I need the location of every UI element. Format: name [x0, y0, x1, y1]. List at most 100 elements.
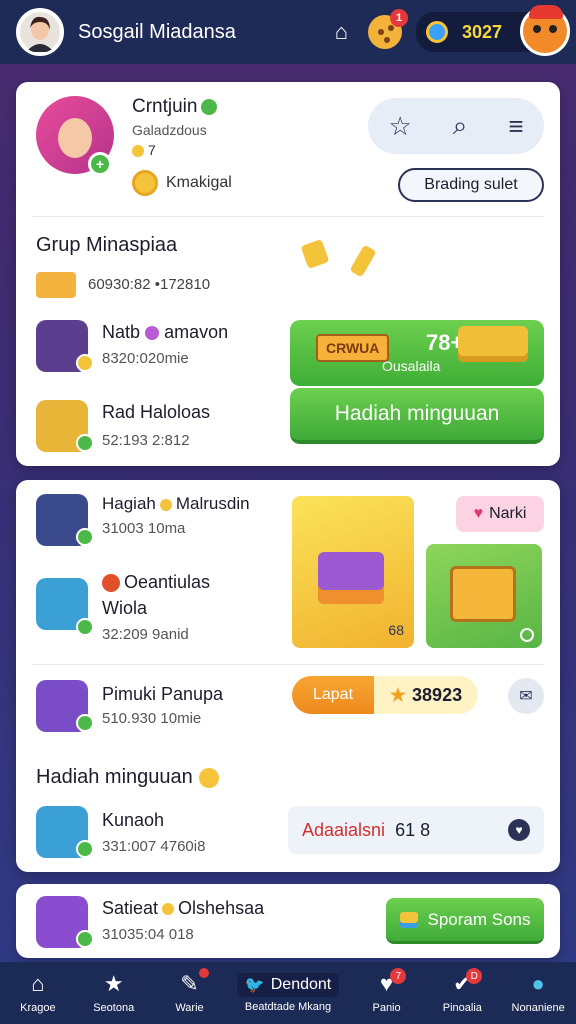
group-row-sub: 8320:020mie [102, 350, 189, 367]
edit-icon: ✎ [180, 971, 199, 996]
nav-warie[interactable]: ✎ Warie [152, 962, 228, 1024]
weekly-reward-title-text: Hadiah minguuan [36, 766, 193, 788]
promo-subtitle: Ousalaila [382, 358, 441, 374]
verified-icon [201, 98, 218, 115]
user-avatar-icon [20, 12, 60, 52]
group-row-badge [76, 434, 94, 452]
gift-box-icon [318, 552, 384, 604]
star-icon[interactable]: ☆ [388, 111, 411, 142]
nav-label: Seotona [93, 1002, 135, 1014]
promo-banner[interactable]: CRWUA 78+ Ousalaila [290, 320, 544, 386]
profile-face [58, 118, 92, 158]
kunaoh-title[interactable]: Kunaoh [102, 810, 164, 831]
nav-pinoalia[interactable]: ✔ D Pinoalia [424, 962, 500, 1024]
rewards-row-sub: 31003 10ma [102, 520, 186, 537]
branding-button[interactable]: Brading sulet [398, 168, 544, 202]
nav-label: Kragoe [20, 1002, 56, 1014]
menu-icon[interactable]: ≡ [508, 111, 523, 142]
group-row-title-b: amavon [164, 322, 229, 342]
nav-badge [199, 968, 210, 978]
nav-home[interactable]: ⌂ Kragoe [0, 962, 76, 1024]
profile-add-badge[interactable]: + [88, 152, 112, 176]
app-title: Sosgail Miadansa [78, 20, 236, 43]
coin-value: 3027 [462, 21, 503, 42]
group-title: Grup Minaspiaa [36, 234, 178, 256]
location-icon[interactable]: ♥ [508, 819, 530, 841]
profile-name: Crntjuin [132, 96, 218, 118]
group-code-icon [36, 272, 76, 298]
shopping-bag-tile[interactable] [426, 544, 542, 648]
coin-dot-icon [162, 903, 175, 916]
bottom-row-title-b: Olshehsaa [178, 898, 265, 918]
nav-label: Panio [372, 1002, 401, 1014]
kunaoh-sub: 331:007 4760i8 [102, 838, 206, 855]
sporam-label: Sporam Sons [427, 909, 531, 929]
profile-coin-label: Kmakigal [166, 174, 232, 191]
kunaoh-badge [76, 840, 94, 858]
coin-balance[interactable]: 3027 [416, 5, 570, 56]
nav-dendont[interactable]: 🐦 Dendont Beatdtade Mkang [227, 962, 348, 1024]
nav-label: Warie [175, 1002, 204, 1014]
mascot-icon[interactable] [520, 5, 570, 56]
rewards-row-badge [76, 714, 94, 732]
bird-icon: 🐦 [244, 977, 265, 994]
trophy-icon [300, 238, 330, 270]
profile-name-text: Crntjuin [132, 96, 198, 117]
weekly-reward-button[interactable]: Hadiah minguuan [290, 388, 544, 444]
bottom-row-badge [76, 930, 94, 948]
divider [32, 216, 544, 217]
user-avatar[interactable] [16, 8, 64, 56]
profile-icon: ● [531, 971, 545, 996]
bottom-row-sub: 31035:04 018 [102, 926, 194, 943]
profile-level-value: 7 [148, 142, 156, 158]
group-row-badge [76, 354, 94, 372]
cookie-icon[interactable]: 1 [368, 9, 408, 49]
profile-actions: ☆ ⌕ ≡ [368, 98, 544, 154]
address-box[interactable]: Adaaialsni 61 8 ♥ [288, 806, 544, 854]
fire-icon [102, 574, 120, 593]
rewards-row-badge [76, 618, 94, 636]
narki-button[interactable]: ♥ Narki [456, 496, 544, 532]
home-icon: ⌂ [31, 971, 45, 996]
shopping-bag-icon [450, 566, 516, 622]
group-row-title-a: Natb [102, 322, 141, 342]
rewards-row-title-a: Hagiah [102, 494, 156, 513]
rewards-card: Hagiah Malrusdin 31003 10ma Oeantiulas Wi… [16, 480, 560, 872]
cookie-badge: 1 [390, 9, 408, 27]
nav-active-title: Dendont [270, 976, 332, 993]
heart-icon: ♥ [473, 505, 484, 522]
coin-icon [426, 21, 448, 43]
nav-panio[interactable]: ♥ 7 Panio [349, 962, 425, 1024]
tile-number: 68 [388, 622, 404, 638]
chat-icon[interactable]: ✉ [508, 678, 544, 714]
address-number: 61 8 [395, 819, 431, 840]
group-row-title[interactable]: Natb amavon [102, 322, 228, 343]
home-icon[interactable]: ⌂ [335, 19, 348, 45]
bottom-card: Satieat Olshehsaa 31035:04 018 Sporam Son… [16, 884, 560, 958]
nav-seotona[interactable]: ★ Seotona [76, 962, 152, 1024]
horn-icon [349, 244, 377, 278]
purple-dot-icon [145, 326, 160, 341]
lapat-label[interactable]: Lapat [292, 676, 374, 714]
promo-tag: CRWUA [316, 334, 390, 362]
divider [32, 664, 544, 665]
search-icon[interactable]: ⌕ [453, 110, 468, 142]
narki-label: Narki [489, 505, 527, 522]
gift-icon [399, 911, 418, 928]
top-bar: Sosgail Miadansa ⌂ 1 3027 [0, 0, 576, 64]
profile-subtitle: Galadzdous [132, 122, 207, 138]
bottom-row-title[interactable]: Satieat Olshehsaa [102, 898, 264, 919]
mystery-box-tile[interactable]: 68 [292, 496, 414, 648]
rewards-row-title-line2: Wiola [102, 598, 148, 618]
smile-icon [198, 767, 219, 788]
rewards-row-title[interactable]: Oeantiulas [102, 572, 210, 593]
nav-active-box: 🐦 Dendont [236, 973, 340, 997]
star-icon: ★ [103, 971, 124, 996]
rewards-row-title-b: Malrusdin [175, 494, 250, 513]
group-row-title[interactable]: Rad Haloloas [102, 402, 210, 423]
lapat-pill[interactable]: Lapat ★ 38923 [292, 676, 478, 714]
rewards-row-title[interactable]: Hagiah Malrusdin [102, 494, 250, 514]
nav-profile[interactable]: ● Nonaniene [500, 962, 576, 1024]
rewards-row-title[interactable]: Pimuki Panupa [102, 684, 223, 705]
sporam-button[interactable]: Sporam Sons [386, 898, 544, 944]
